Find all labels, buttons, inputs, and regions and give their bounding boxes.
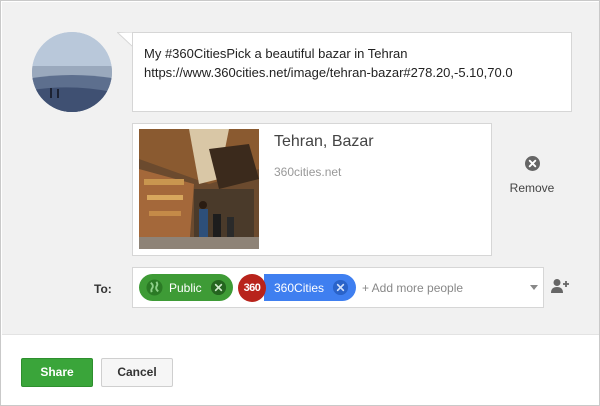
- chevron-down-icon[interactable]: [530, 285, 538, 290]
- remove-preview-button[interactable]: Remove: [502, 156, 562, 197]
- message-pointer: [117, 32, 133, 48]
- remove-360cities-chip-icon[interactable]: [332, 279, 349, 296]
- close-circle-icon: [524, 156, 540, 171]
- to-label: To:: [94, 282, 112, 296]
- link-preview-thumbnail: [139, 129, 259, 249]
- link-preview-title[interactable]: Tehran, Bazar: [274, 133, 374, 151]
- message-text-line-2: https://www.360cities.net/image/tehran-b…: [144, 65, 513, 80]
- chip-360cities-label: 360Cities: [274, 281, 325, 295]
- add-person-icon[interactable]: [551, 278, 569, 294]
- compose-area: My #360CitiesPick a beautiful bazar in T…: [2, 2, 599, 335]
- 360cities-badge: 360: [238, 274, 266, 302]
- avatar: [32, 32, 112, 112]
- globe-icon: [146, 279, 163, 296]
- cancel-button[interactable]: Cancel: [101, 358, 173, 387]
- share-dialog: My #360CitiesPick a beautiful bazar in T…: [0, 0, 600, 406]
- add-people-input[interactable]: + Add more people: [362, 281, 463, 295]
- message-text-line-1: My #360CitiesPick a beautiful bazar in T…: [144, 46, 408, 61]
- message-input[interactable]: My #360CitiesPick a beautiful bazar in T…: [132, 32, 572, 112]
- share-button[interactable]: Share: [21, 358, 93, 387]
- link-preview-domain: 360cities.net: [274, 165, 342, 179]
- chip-public-label: Public: [169, 281, 202, 295]
- remove-public-chip-icon[interactable]: [210, 279, 227, 296]
- chip-360cities[interactable]: 360Cities: [264, 274, 356, 301]
- remove-label: Remove: [509, 181, 555, 195]
- link-preview-card[interactable]: Tehran, Bazar 360cities.net: [132, 123, 492, 256]
- chip-public[interactable]: Public: [139, 274, 233, 301]
- audience-field[interactable]: Public 360Cities 360 + Add more people: [132, 267, 544, 308]
